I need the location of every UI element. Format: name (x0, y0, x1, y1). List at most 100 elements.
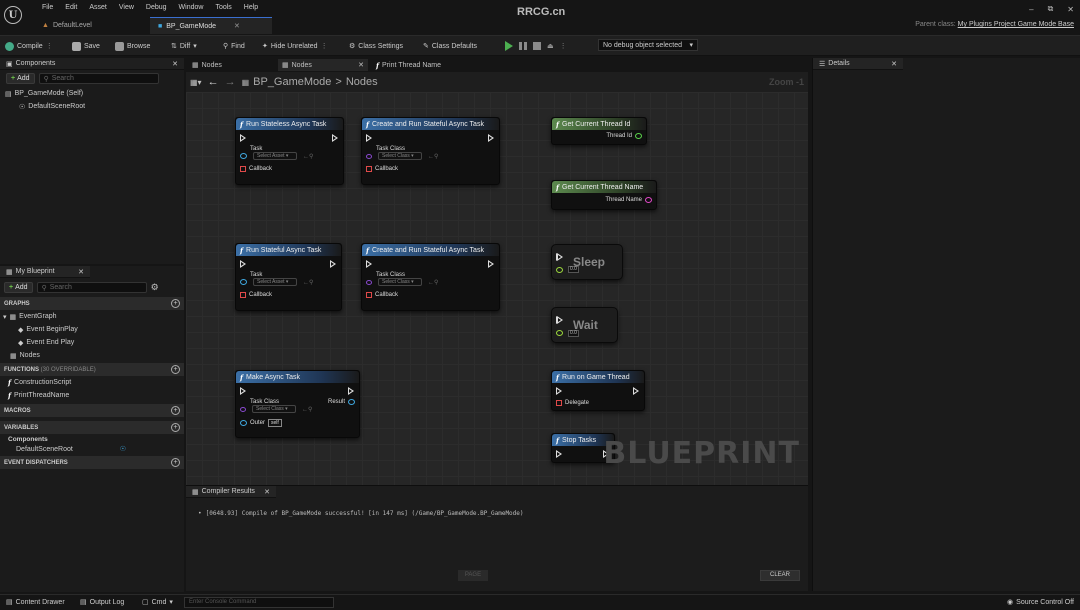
exec-out-pin[interactable] (332, 134, 339, 142)
browse-icon[interactable]: ←⚲ (303, 153, 313, 160)
int-pin[interactable] (635, 133, 642, 139)
add-function-icon[interactable]: + (171, 365, 180, 374)
find-button[interactable]: ⚲ Find (223, 40, 245, 52)
close-tab-icon[interactable]: ✕ (358, 61, 364, 69)
forward-arrow-icon[interactable]: → (225, 76, 236, 88)
breadcrumb-current[interactable]: Nodes (346, 76, 378, 88)
function-item-construction[interactable]: f ConstructionScript (0, 376, 184, 389)
exec-in-pin[interactable] (366, 260, 373, 268)
restore-icon[interactable]: ⧉ (1048, 4, 1054, 14)
browse-button[interactable]: Browse (115, 40, 150, 52)
add-macro-icon[interactable]: + (171, 406, 180, 415)
node-run-stateless-async-task[interactable]: f Run Stateless Async Task Task Select As… (235, 117, 344, 185)
menu-window[interactable]: Window (173, 2, 210, 13)
close-panel-icon[interactable]: ✕ (264, 488, 270, 496)
graph-item-nodes[interactable]: ▦ Nodes (0, 349, 184, 362)
exec-in-pin[interactable] (240, 134, 247, 142)
wait-seconds-input[interactable]: 0.0 (568, 330, 579, 337)
my-blueprint-tab[interactable]: ▦ My Blueprint ✕ (0, 266, 90, 278)
macros-section[interactable]: MACROS + (0, 404, 184, 417)
node-wait[interactable]: Wait 0.0 (551, 307, 618, 343)
variable-item-default-scene-root[interactable]: DefaultSceneRoot ☉ (0, 444, 184, 454)
close-panel-icon[interactable]: ✕ (891, 60, 897, 68)
close-tab-icon[interactable]: ✕ (234, 22, 240, 30)
object-pin[interactable] (240, 279, 247, 285)
play-options-icon[interactable]: ⋮ (560, 42, 567, 50)
compiler-results-tab[interactable]: ▦ Compiler Results ✕ (186, 486, 276, 498)
object-pin[interactable] (240, 153, 247, 159)
node-create-run-stateful-async-task[interactable]: f Create and Run Stateful Async Task Task… (361, 243, 500, 311)
event-item-endplay[interactable]: ◆ Event End Play (0, 336, 184, 349)
event-dispatchers-section[interactable]: EVENT DISPATCHERS + (0, 456, 184, 469)
graph-tab-print-thread-name[interactable]: f Print Thread Name (372, 59, 484, 71)
delegate-pin[interactable] (366, 166, 372, 172)
delegate-pin[interactable] (240, 292, 246, 298)
parent-class-link[interactable]: My Plugins Project Game Mode Base (958, 21, 1074, 28)
close-panel-icon[interactable]: ✕ (78, 268, 84, 276)
class-select-dropdown[interactable]: Select Class ▾ (252, 405, 296, 413)
exec-in-pin[interactable] (240, 260, 247, 268)
menu-tools[interactable]: Tools (209, 2, 237, 13)
my-blueprint-search-input[interactable]: ⚲ Search (36, 282, 147, 293)
close-panel-icon[interactable]: ✕ (172, 60, 178, 68)
components-search-input[interactable]: ⚲ Search (38, 73, 159, 84)
float-pin[interactable] (556, 330, 563, 336)
add-member-button[interactable]: + Add (4, 282, 33, 293)
outer-pin[interactable] (240, 420, 247, 426)
class-select-dropdown[interactable]: Select Class ▾ (378, 152, 422, 160)
component-default-scene-root[interactable]: ☉ DefaultSceneRoot (0, 100, 184, 113)
delegate-pin[interactable] (240, 166, 246, 172)
hide-unrelated-button[interactable]: ✦ Hide Unrelated ⋮ (262, 40, 328, 52)
add-dispatcher-icon[interactable]: + (171, 458, 180, 467)
source-control-button[interactable]: ◉ Source Control Off (1007, 598, 1074, 607)
float-pin[interactable] (556, 267, 563, 273)
breadcrumb-root[interactable]: BP_GameMode (253, 76, 331, 88)
delegate-pin[interactable] (366, 292, 372, 298)
node-get-current-thread-name[interactable]: f Get Current Thread Name Thread Name (551, 180, 657, 210)
menu-help[interactable]: Help (238, 2, 264, 13)
tab-bp-gamemode[interactable]: ■ BP_GameMode ✕ (150, 17, 272, 34)
class-settings-button[interactable]: ⚙ Class Settings (349, 40, 403, 52)
browse-icon[interactable]: ←⚲ (428, 153, 438, 160)
node-run-on-game-thread[interactable]: f Run on Game Thread Delegate (551, 370, 645, 411)
graph-canvas[interactable]: f Run Stateless Async Task Task Select As… (186, 92, 808, 485)
variable-group-components[interactable]: Components (0, 434, 184, 444)
sleep-seconds-input[interactable]: 0.0 (568, 266, 579, 273)
cmd-selector[interactable]: ▢ Cmd ▾ (142, 598, 173, 607)
exec-in-pin[interactable] (366, 134, 373, 142)
node-get-current-thread-id[interactable]: f Get Current Thread Id Thread Id (551, 117, 647, 145)
exec-out-pin[interactable] (488, 260, 495, 268)
add-component-button[interactable]: + Add (6, 73, 35, 84)
node-sleep[interactable]: Sleep 0.0 (551, 244, 623, 280)
menu-view[interactable]: View (113, 2, 140, 13)
console-command-input[interactable]: Enter Console Command (184, 597, 334, 608)
string-pin[interactable] (645, 197, 652, 203)
browse-icon[interactable]: ←⚲ (303, 279, 313, 286)
graph-tab-nodes-2[interactable]: ▦ Nodes ✕ (278, 59, 368, 71)
play-icon[interactable] (505, 41, 513, 51)
compile-options-icon[interactable]: ⋮ (46, 42, 53, 50)
component-root[interactable]: ▤ BP_GameMode (Self) (0, 87, 184, 100)
tab-default-level[interactable]: ▲ DefaultLevel (34, 17, 100, 34)
clear-button[interactable]: CLEAR (760, 570, 800, 581)
minimize-icon[interactable]: – (1029, 5, 1033, 14)
pause-icon[interactable] (519, 42, 522, 50)
functions-overridable[interactable]: (30 OVERRIDABLE) (41, 367, 96, 373)
result-pin[interactable] (348, 399, 355, 405)
eject-icon[interactable]: ⏏ (547, 42, 554, 50)
class-pin[interactable] (366, 279, 372, 285)
exec-out-pin[interactable] (556, 316, 564, 324)
exec-out-pin[interactable] (488, 134, 495, 142)
add-graph-icon[interactable]: + (171, 299, 180, 308)
class-select-dropdown[interactable]: Select Class ▾ (378, 278, 422, 286)
exec-in-pin[interactable] (556, 450, 563, 458)
function-item-printthreadname[interactable]: f PrintThreadName (0, 389, 184, 402)
settings-gear-icon[interactable]: ⚙ (151, 282, 159, 293)
unreal-logo-icon[interactable]: U (4, 6, 22, 24)
output-log-button[interactable]: ▤ Output Log (80, 598, 124, 607)
exec-in-pin[interactable] (240, 387, 247, 395)
event-item-beginplay[interactable]: ◆ Event BeginPlay (0, 323, 184, 336)
exec-out-pin[interactable] (348, 387, 355, 395)
graph-item-eventgraph[interactable]: ▾ ▦ EventGraph (0, 310, 184, 323)
class-pin[interactable] (240, 406, 246, 412)
